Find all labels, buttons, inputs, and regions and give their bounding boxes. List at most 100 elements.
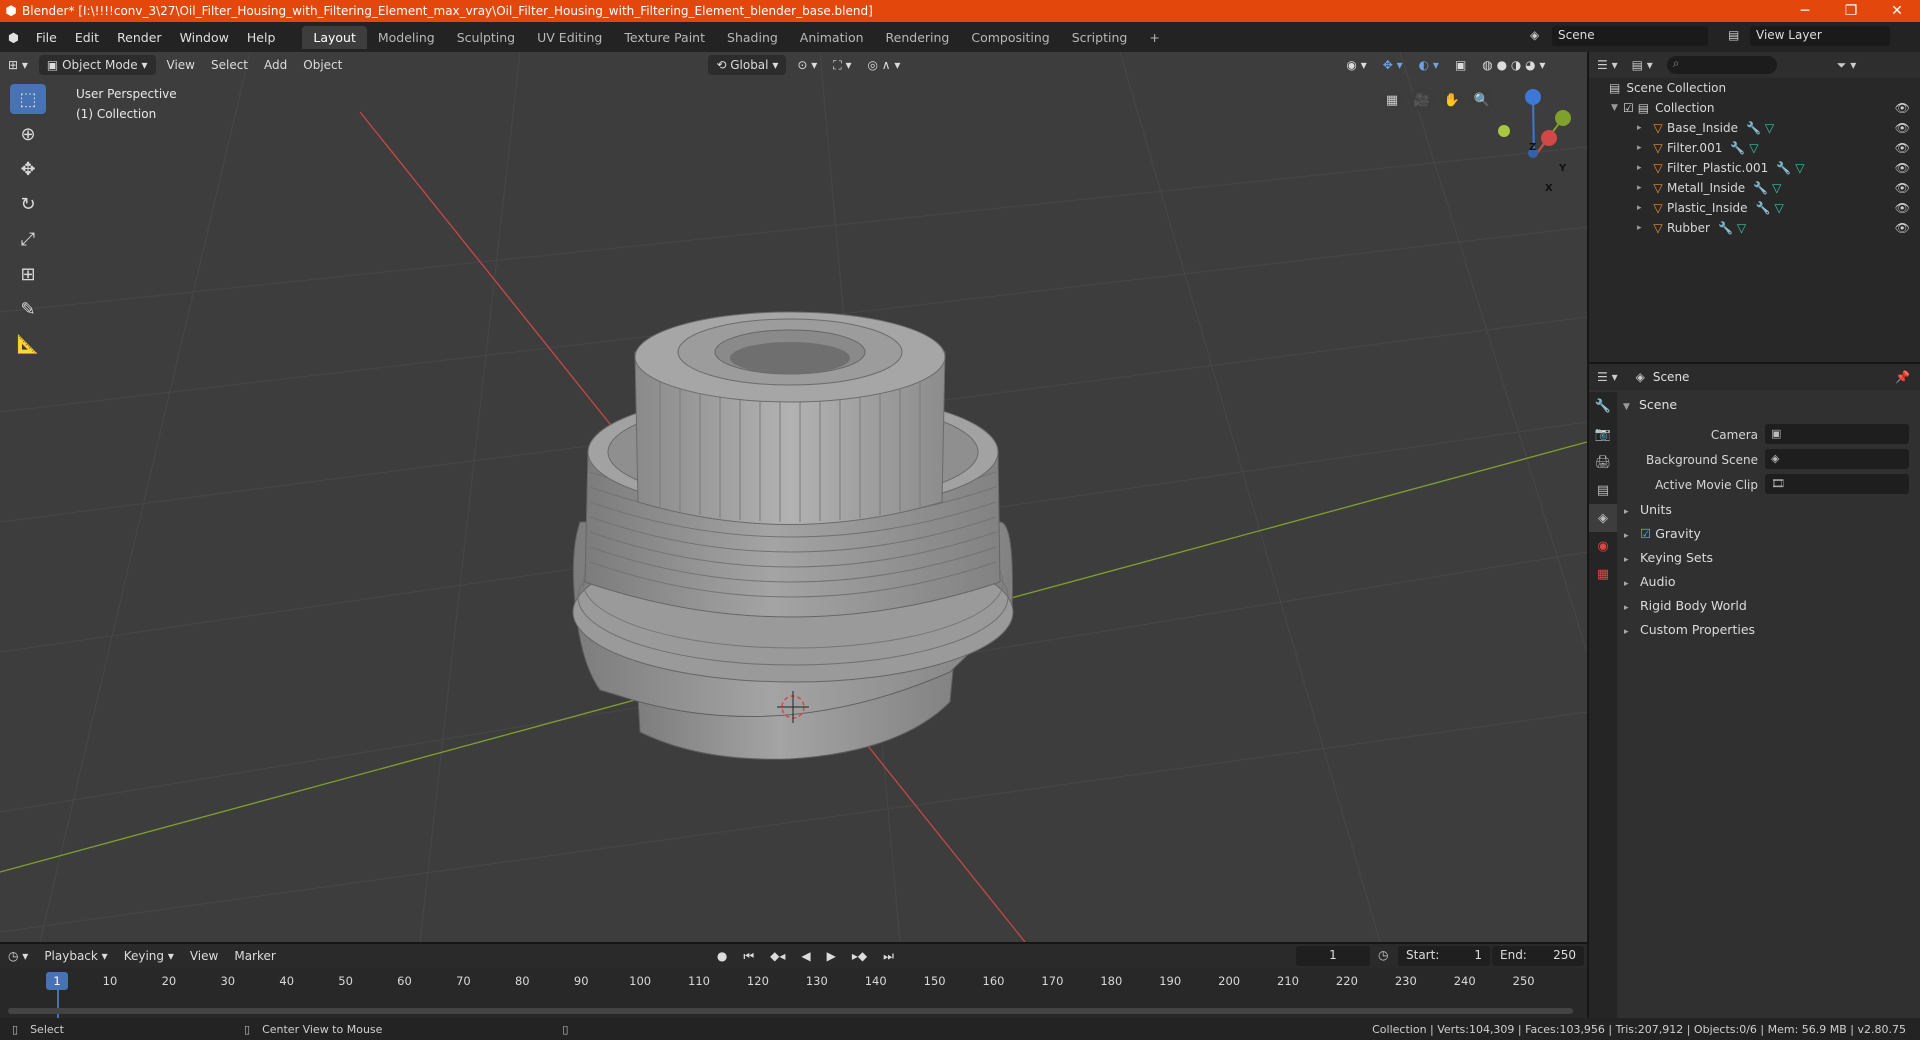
tab-shading[interactable]: Shading: [716, 26, 789, 49]
tab-animation[interactable]: Animation: [789, 26, 875, 49]
tab-uv-editing[interactable]: UV Editing: [526, 26, 613, 49]
menu-render[interactable]: Render: [108, 30, 171, 45]
menu-marker[interactable]: Marker: [226, 946, 283, 966]
menu-object[interactable]: Object: [295, 55, 350, 75]
transform-icon[interactable]: ⊞: [10, 259, 46, 289]
timeline-scrollbar[interactable]: [8, 1008, 1573, 1014]
menu-playback[interactable]: Playback ▾: [36, 946, 115, 966]
add-workspace-button[interactable]: +: [1138, 26, 1170, 49]
next-keyframe-icon[interactable]: ▸◆: [844, 946, 875, 966]
expand-arrow-icon[interactable]: ▸: [1637, 223, 1649, 233]
gravity-panel[interactable]: ▸ ☑ Gravity: [1624, 526, 1701, 541]
timeline-editor-type-icon[interactable]: ◷ ▾: [0, 946, 36, 966]
display-mode-icon[interactable]: ▤ ▾: [1632, 58, 1653, 72]
outliner-editor-type-icon[interactable]: ☰ ▾: [1597, 58, 1618, 72]
menu-edit[interactable]: Edit: [66, 30, 108, 45]
editor-type-button[interactable]: ⊞ ▾: [0, 55, 36, 75]
tab-scripting[interactable]: Scripting: [1061, 26, 1139, 49]
checkbox-icon[interactable]: ☑: [1623, 101, 1634, 115]
record-icon[interactable]: ●: [709, 946, 735, 966]
outliner-item-plastic-inside[interactable]: ▸ ▽ Plastic_Inside 🔧 ▽ 👁: [1589, 198, 1920, 218]
shading-modes-icon[interactable]: ◍ ● ◑ ◕ ▾: [1474, 55, 1553, 75]
units-panel[interactable]: ▸ Units: [1624, 502, 1672, 517]
menu-window[interactable]: Window: [171, 30, 238, 45]
menu-keying[interactable]: Keying ▾: [116, 946, 182, 966]
camera-view-icon[interactable]: 🎥: [1410, 88, 1434, 112]
play-reverse-icon[interactable]: ◀: [793, 946, 818, 966]
3d-viewport[interactable]: Z Y X: [0, 52, 1587, 942]
menu-select[interactable]: Select: [203, 55, 256, 75]
grid-view-icon[interactable]: ▦: [1380, 88, 1404, 112]
eye-icon[interactable]: 👁: [1895, 181, 1910, 195]
snap-icon[interactable]: ⛶ ▾: [825, 55, 859, 76]
scene-selector[interactable]: Scene: [1552, 26, 1708, 46]
menu-add[interactable]: Add: [256, 55, 295, 75]
editor-logo-icon[interactable]: ⬢: [0, 30, 27, 45]
tab-compositing[interactable]: Compositing: [960, 26, 1060, 49]
expand-arrow-icon[interactable]: ▸: [1637, 203, 1649, 213]
transform-orientation-selector[interactable]: ⟲ Global ▾: [708, 55, 787, 75]
background-scene-field[interactable]: ◈: [1765, 449, 1909, 469]
move-icon[interactable]: ✥: [10, 154, 46, 184]
gizmo-y-label[interactable]: Y: [1559, 163, 1566, 174]
rotate-icon[interactable]: ↻: [10, 189, 46, 219]
xray-icon[interactable]: ▣: [1447, 55, 1474, 75]
tab-sculpting[interactable]: Sculpting: [446, 26, 526, 49]
active-movie-clip-field[interactable]: 🎞: [1765, 474, 1909, 494]
menu-file[interactable]: File: [27, 30, 66, 45]
jump-start-icon[interactable]: ⏮: [735, 946, 762, 967]
current-frame-field[interactable]: 1: [1296, 946, 1370, 966]
pivot-icon[interactable]: ⊙ ▾: [789, 55, 825, 75]
annotate-icon[interactable]: ✎: [10, 294, 46, 324]
pan-hand-icon[interactable]: ✋: [1440, 88, 1464, 112]
view-layer-tab-icon[interactable]: ▤: [1589, 476, 1617, 504]
audio-panel[interactable]: ▸ Audio: [1624, 574, 1676, 589]
eye-icon[interactable]: 👁: [1895, 121, 1910, 135]
select-box-icon[interactable]: ⬚: [10, 84, 46, 114]
eye-icon[interactable]: 👁: [1895, 141, 1910, 155]
measure-icon[interactable]: 📐: [10, 329, 46, 359]
texture-tab-icon[interactable]: ▦: [1589, 560, 1617, 588]
minimize-button[interactable]: ─: [1782, 3, 1828, 19]
jump-end-icon[interactable]: ⏭: [875, 946, 902, 967]
gravity-checkbox[interactable]: ☑: [1640, 526, 1651, 541]
eye-icon[interactable]: 👁: [1895, 201, 1910, 215]
scale-icon[interactable]: ⤢: [10, 224, 46, 254]
playhead[interactable]: 1: [46, 972, 68, 990]
prev-keyframe-icon[interactable]: ◆◂: [762, 946, 793, 966]
outliner-item-rubber[interactable]: ▸ ▽ Rubber 🔧 ▽ 👁: [1589, 218, 1920, 238]
outliner-item-base-inside[interactable]: ▸ ▽ Base_Inside 🔧 ▽ 👁: [1589, 118, 1920, 138]
output-tab-icon[interactable]: 🖨: [1589, 448, 1617, 476]
eye-icon[interactable]: 👁: [1895, 221, 1910, 235]
proportional-edit-icon[interactable]: ◎ ∧ ▾: [860, 55, 909, 75]
keying-sets-panel[interactable]: ▸ Keying Sets: [1624, 550, 1713, 565]
outliner-item-metall-inside[interactable]: ▸ ▽ Metall_Inside 🔧 ▽ 👁: [1589, 178, 1920, 198]
view-layer-selector[interactable]: View Layer: [1750, 26, 1890, 46]
tab-texture-paint[interactable]: Texture Paint: [613, 26, 716, 49]
eye-icon[interactable]: 👁: [1895, 101, 1910, 115]
properties-editor-type-icon[interactable]: ☰ ▾: [1597, 370, 1618, 384]
start-frame-field[interactable]: Start: 1: [1398, 946, 1490, 966]
stopwatch-icon[interactable]: ◷: [1378, 948, 1388, 962]
rigid-body-world-panel[interactable]: ▸ Rigid Body World: [1624, 598, 1747, 613]
maximize-button[interactable]: ❐: [1828, 3, 1874, 19]
menu-help[interactable]: Help: [238, 30, 285, 45]
tab-layout[interactable]: Layout: [302, 25, 367, 49]
cursor-icon[interactable]: ⊕: [10, 119, 46, 149]
scene-tab-icon[interactable]: ◈: [1589, 504, 1617, 532]
tab-modeling[interactable]: Modeling: [367, 26, 446, 49]
filter-icon[interactable]: ⏷ ▾: [1837, 58, 1856, 73]
play-icon[interactable]: ▶: [819, 946, 844, 966]
expand-arrow-icon[interactable]: ▸: [1637, 123, 1649, 133]
visibility-icon[interactable]: ◉ ▾: [1338, 55, 1374, 75]
end-frame-field[interactable]: End: 250: [1492, 946, 1584, 966]
gizmo-z-label[interactable]: Z: [1529, 142, 1536, 153]
menu-timeline-view[interactable]: View: [182, 946, 226, 966]
expand-arrow-icon[interactable]: ▸: [1637, 183, 1649, 193]
tab-rendering[interactable]: Rendering: [875, 26, 961, 49]
custom-properties-panel[interactable]: ▸ Custom Properties: [1624, 622, 1755, 637]
expand-arrow-icon[interactable]: ▼: [1611, 103, 1623, 113]
expand-arrow-icon[interactable]: ▸: [1637, 163, 1649, 173]
close-button[interactable]: ✕: [1874, 3, 1920, 19]
frame-ruler[interactable]: 1 10 20 30 40 50 60 70 80 90 100 110 120 130 140 150 16…: [0, 970, 1587, 1020]
